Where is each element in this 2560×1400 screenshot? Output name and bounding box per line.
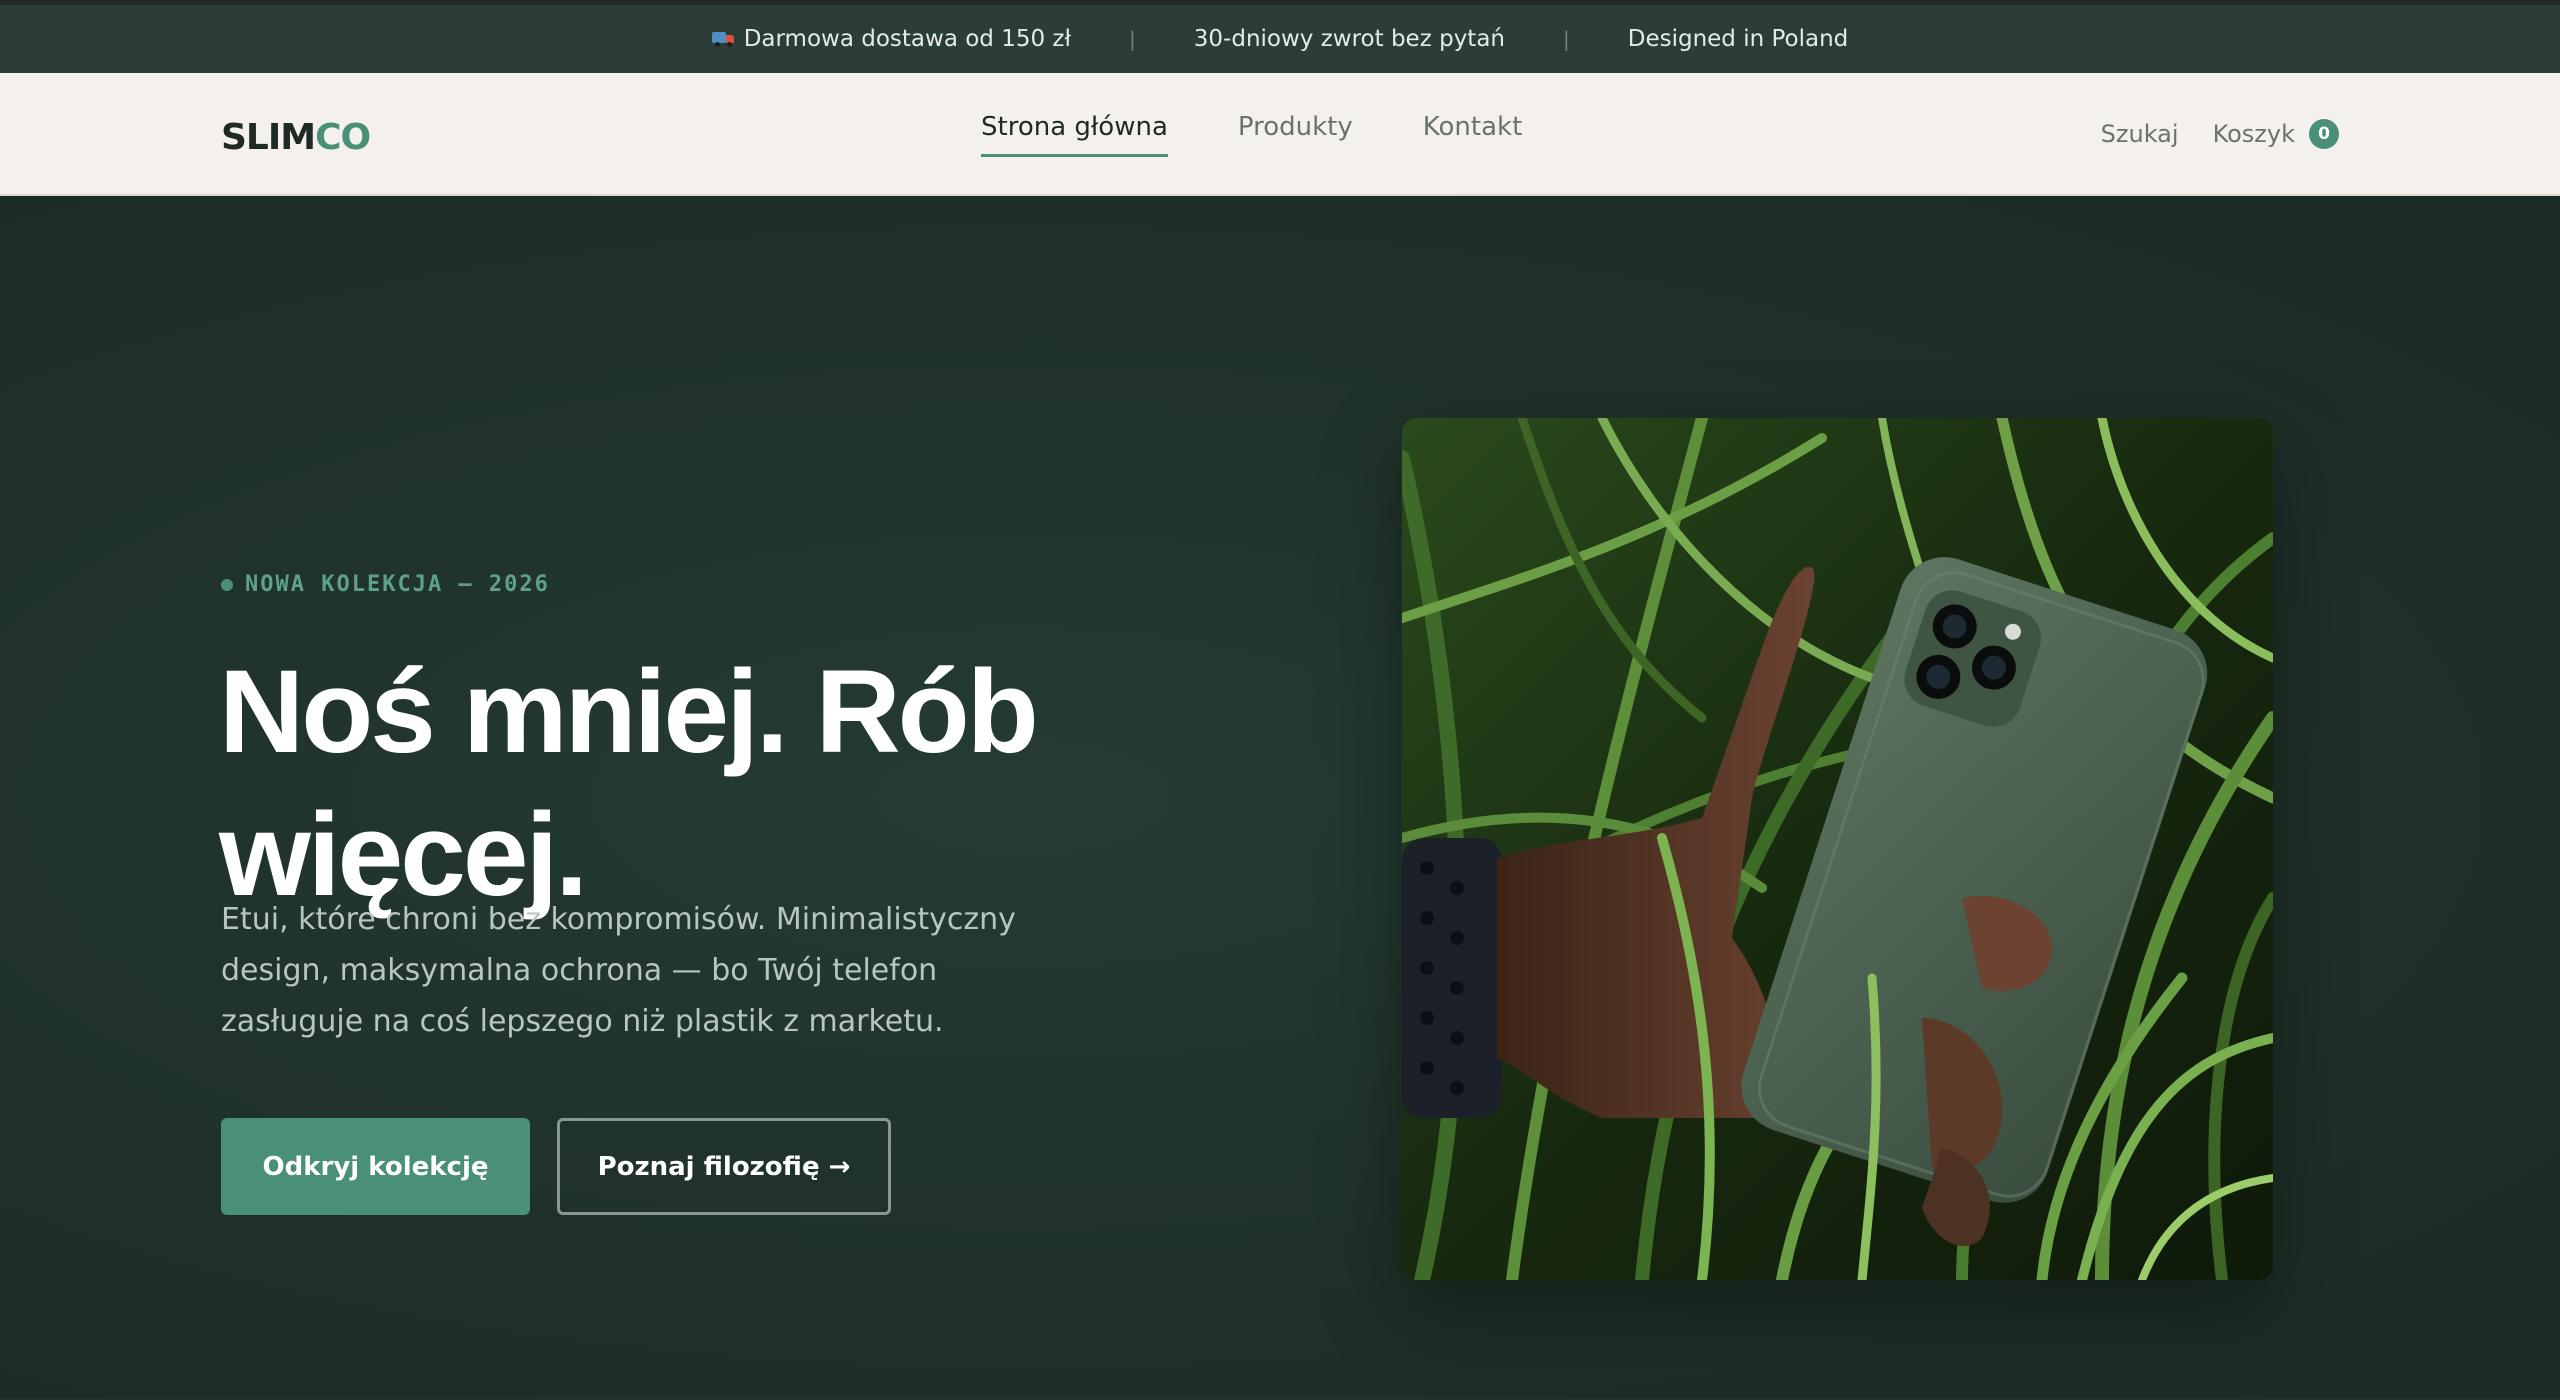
- cart-count-badge: 0: [2309, 118, 2339, 149]
- nav-menu: Strona główna Produkty Kontakt: [981, 73, 1522, 194]
- announcement-returns-text: 30-dniowy zwrot bez pytań: [1193, 26, 1505, 52]
- cart-label: Koszyk: [2212, 119, 2295, 148]
- philosophy-button[interactable]: Poznaj filozofię →: [557, 1118, 891, 1215]
- nav-link-products[interactable]: Produkty: [1238, 112, 1353, 148]
- main-navigation: SLIMCO Strona główna Produkty Kontakt Sz…: [0, 73, 2560, 196]
- discover-collection-button[interactable]: Odkryj kolekcję: [221, 1118, 530, 1215]
- hero-lead: Etui, które chroni bez kompromisów. Mini…: [221, 902, 1016, 1039]
- hero-headline: Noś mniej. Rób więcej.: [219, 641, 1119, 927]
- announcement-bar: Darmowa dostawa od 150 zł | 30-dniowy zw…: [0, 5, 2560, 73]
- announcement-shipping-text: Darmowa dostawa od 150 zł: [743, 26, 1072, 52]
- announcement-origin-text: Designed in Poland: [1627, 26, 1849, 52]
- nav-link-contact[interactable]: Kontakt: [1423, 112, 1523, 148]
- announcement-returns: 30-dniowy zwrot bez pytań: [1194, 26, 1505, 52]
- hero-eyebrow: NOWA KOLEKCJA — 2026: [221, 572, 550, 597]
- eyebrow-text: NOWA KOLEKCJA — 2026: [245, 572, 550, 597]
- hero-section: NOWA KOLEKCJA — 2026 Noś mniej. Rób więc…: [0, 196, 2560, 1398]
- hero-product-image: [1402, 418, 2273, 1280]
- eyebrow-dot-icon: [221, 578, 233, 591]
- logo-part-co: CO: [315, 117, 371, 158]
- search-link[interactable]: Szukaj: [2101, 120, 2179, 148]
- cart-link[interactable]: Koszyk 0: [2212, 118, 2339, 149]
- announcement-separator: |: [1129, 27, 1136, 51]
- phone-in-grass-illustration: [1402, 418, 2273, 1280]
- logo-part-slim: SLIM: [221, 117, 316, 158]
- logo[interactable]: SLIMCO: [221, 117, 371, 158]
- headline-line-1: Noś mniej. Rób: [219, 646, 1039, 778]
- announcement-separator: |: [1563, 27, 1570, 51]
- announcement-shipping: Darmowa dostawa od 150 zł: [711, 26, 1072, 52]
- announcement-origin: Designed in Poland: [1628, 26, 1849, 52]
- nav-actions: Szukaj Koszyk 0: [2101, 73, 2339, 194]
- truck-icon: [711, 32, 734, 47]
- nav-link-home[interactable]: Strona główna: [981, 112, 1168, 157]
